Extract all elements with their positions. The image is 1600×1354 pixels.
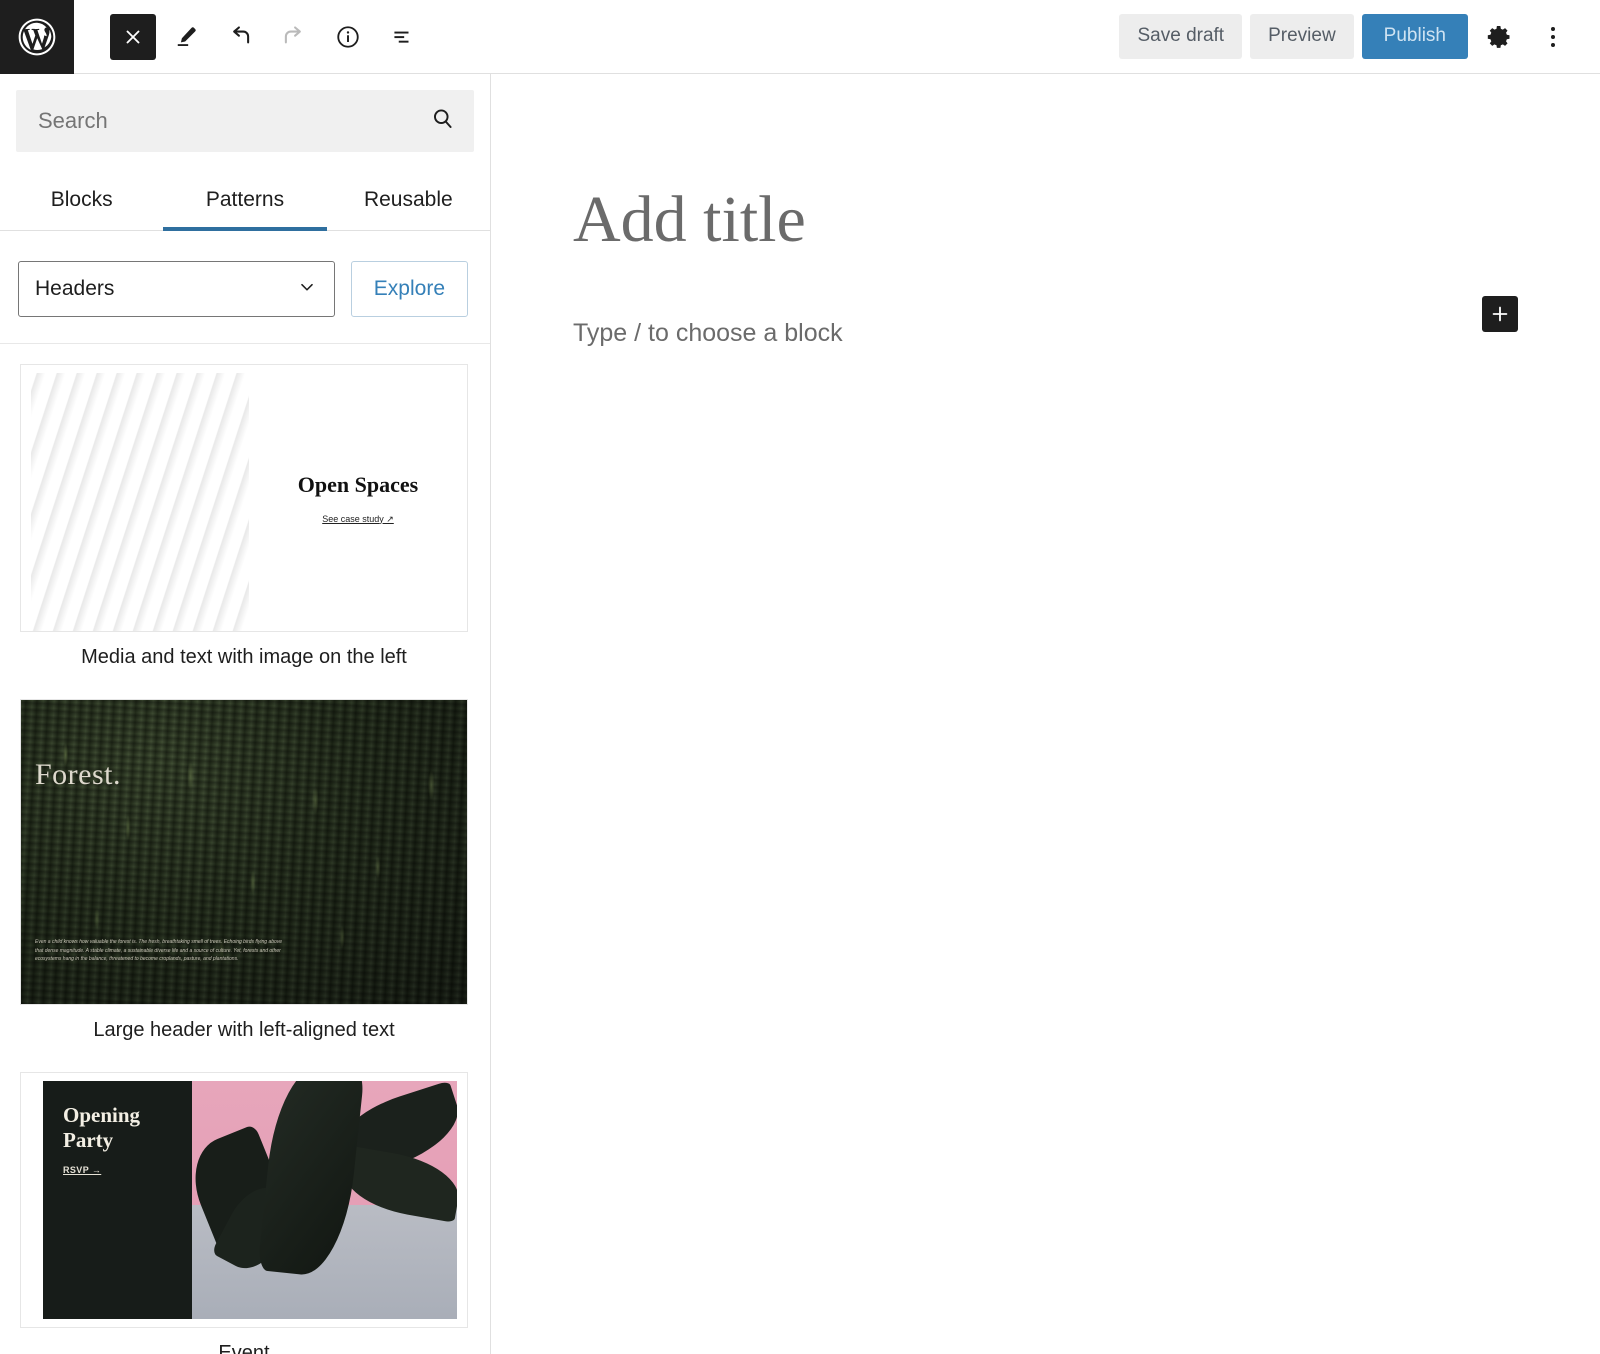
search-input[interactable] bbox=[38, 108, 430, 134]
save-draft-button[interactable]: Save draft bbox=[1119, 14, 1243, 59]
editor-body: Blocks Patterns Reusable Headers Explore bbox=[0, 74, 1600, 1354]
redo-icon[interactable] bbox=[270, 13, 318, 61]
tab-blocks[interactable]: Blocks bbox=[0, 176, 163, 230]
pattern-heading: Opening Party bbox=[63, 1103, 192, 1153]
wordpress-logo[interactable] bbox=[0, 0, 74, 74]
pattern-preview-media-and-text[interactable]: Open Spaces See case study ↗ bbox=[20, 364, 468, 632]
leaf-shape bbox=[337, 1145, 457, 1223]
pattern-link: RSVP → bbox=[63, 1164, 102, 1175]
list-item: Forest. Even a child knows how valuable … bbox=[0, 679, 490, 1052]
pattern-text-column: Opening Party RSVP → bbox=[43, 1081, 193, 1319]
pattern-text-column: Open Spaces See case study ↗ bbox=[249, 365, 467, 631]
pattern-image-placeholder bbox=[192, 1081, 457, 1319]
kebab-dots bbox=[1551, 26, 1555, 47]
pattern-preview-canvas: Forest. Even a child knows how valuable … bbox=[21, 700, 467, 1004]
chevron-down-icon bbox=[296, 276, 318, 303]
leaf-shape bbox=[257, 1081, 365, 1279]
pattern-filter-row: Headers Explore bbox=[0, 231, 490, 344]
preview-button[interactable]: Preview bbox=[1250, 14, 1354, 59]
pattern-heading: Forest. bbox=[35, 758, 121, 791]
header-actions: Save draft Preview Publish bbox=[1119, 14, 1600, 60]
pattern-preview-event[interactable]: Opening Party RSVP → bbox=[20, 1072, 468, 1328]
pattern-caption: Media and text with image on the left bbox=[81, 646, 407, 668]
pattern-caption: Large header with left-aligned text bbox=[93, 1019, 395, 1041]
pattern-list: Open Spaces See case study ↗ Media and t… bbox=[0, 344, 490, 1354]
pattern-heading-line2: Party bbox=[63, 1127, 114, 1152]
list-view-icon[interactable] bbox=[378, 13, 426, 61]
pattern-category-select[interactable]: Headers bbox=[18, 261, 335, 317]
pattern-preview-canvas: Open Spaces See case study ↗ bbox=[21, 365, 467, 631]
pattern-preview-large-header[interactable]: Forest. Even a child knows how valuable … bbox=[20, 699, 468, 1005]
pattern-paragraph: Even a child knows how valuable the fore… bbox=[35, 938, 283, 963]
list-item: Open Spaces See case study ↗ Media and t… bbox=[0, 344, 490, 679]
more-options-kebab-icon[interactable] bbox=[1530, 14, 1576, 60]
search-icon bbox=[430, 106, 456, 137]
editor-content: Add title Type / to choose a block bbox=[491, 74, 1491, 348]
list-item: Opening Party RSVP → Event bbox=[0, 1052, 490, 1354]
default-block-appender[interactable]: Type / to choose a block bbox=[573, 319, 1491, 348]
inserter-tabs: Blocks Patterns Reusable bbox=[0, 176, 490, 231]
publish-button[interactable]: Publish bbox=[1361, 14, 1468, 59]
tab-patterns[interactable]: Patterns bbox=[163, 176, 327, 231]
block-inserter-sidebar: Blocks Patterns Reusable Headers Explore bbox=[0, 74, 491, 1354]
undo-icon[interactable] bbox=[216, 13, 264, 61]
info-icon[interactable] bbox=[324, 13, 372, 61]
pattern-link: See case study ↗ bbox=[322, 513, 394, 524]
post-title-input[interactable]: Add title bbox=[573, 183, 1491, 257]
close-icon[interactable] bbox=[110, 13, 156, 60]
add-block-button[interactable] bbox=[1482, 296, 1518, 332]
pattern-caption: Event bbox=[218, 1342, 270, 1354]
editor-canvas[interactable]: Add title Type / to choose a block bbox=[491, 74, 1600, 1354]
search-section bbox=[0, 74, 490, 152]
pattern-image-placeholder bbox=[31, 373, 249, 631]
header-tool-group bbox=[74, 13, 426, 61]
gear-icon[interactable] bbox=[1476, 14, 1522, 60]
explore-button[interactable]: Explore bbox=[350, 261, 468, 317]
search-field[interactable] bbox=[16, 90, 474, 152]
pattern-preview-canvas: Opening Party RSVP → bbox=[43, 1081, 457, 1319]
pattern-category-value: Headers bbox=[35, 277, 115, 300]
edit-pencil-icon[interactable] bbox=[162, 13, 210, 61]
pattern-heading: Open Spaces bbox=[297, 471, 419, 497]
pattern-heading-line1: Opening bbox=[63, 1103, 141, 1127]
editor-header: Save draft Preview Publish bbox=[0, 0, 1600, 74]
wordpress-block-editor: Save draft Preview Publish Search Blocks… bbox=[0, 0, 1600, 1354]
tab-reusable[interactable]: Reusable bbox=[327, 176, 490, 230]
